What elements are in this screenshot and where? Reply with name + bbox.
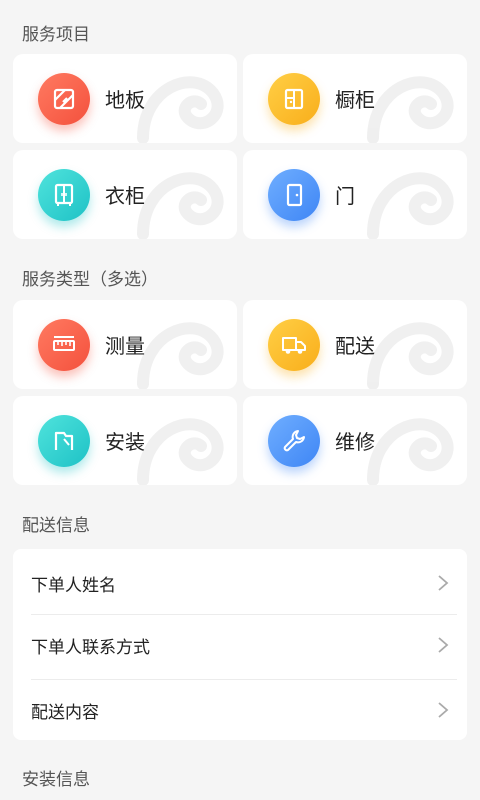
row-label: 配送内容 (31, 702, 99, 723)
service-item-cabinet[interactable]: 橱柜 (243, 54, 467, 143)
service-item-label: 地板 (105, 88, 145, 112)
door-icon (268, 169, 320, 221)
chevron-right-icon (438, 575, 449, 591)
section-title-service-items: 服务项目 (22, 25, 90, 45)
service-item-floor[interactable]: 地板 (13, 54, 237, 143)
floor-icon (38, 73, 90, 125)
service-type-repair[interactable]: 维修 (243, 396, 467, 485)
truck-icon (268, 319, 320, 371)
service-item-wardrobe[interactable]: 衣柜 (13, 150, 237, 239)
chevron-right-icon (438, 702, 449, 718)
row-label: 下单人联系方式 (31, 637, 150, 658)
service-type-measure[interactable]: 测量 (13, 300, 237, 389)
delivery-info-list: 下单人姓名 下单人联系方式 配送内容 (13, 549, 467, 740)
row-orderer-contact[interactable]: 下单人联系方式 (13, 613, 467, 677)
wardrobe-icon (38, 169, 90, 221)
ruler-icon (38, 319, 90, 371)
row-delivery-content[interactable]: 配送内容 (13, 678, 467, 742)
install-icon (38, 415, 90, 467)
service-order-page: 服务项目 地板 橱柜 衣柜 门 服务类型（多选） 测量 配送 安装 维修 配送信… (0, 0, 480, 800)
section-title-service-types: 服务类型（多选） (22, 270, 158, 290)
service-item-label: 橱柜 (335, 88, 375, 112)
service-item-door[interactable]: 门 (243, 150, 467, 239)
service-type-label: 维修 (335, 430, 375, 454)
section-title-delivery-info: 配送信息 (22, 516, 90, 536)
service-type-install[interactable]: 安装 (13, 396, 237, 485)
section-title-install-info: 安装信息 (22, 770, 90, 790)
service-item-label: 衣柜 (105, 184, 145, 208)
wrench-icon (268, 415, 320, 467)
service-type-label: 测量 (105, 334, 145, 358)
cabinet-icon (268, 73, 320, 125)
row-label: 下单人姓名 (31, 575, 116, 596)
chevron-right-icon (438, 637, 449, 653)
swirl-decoration-icon (367, 172, 454, 239)
service-type-label: 安装 (105, 430, 145, 454)
row-orderer-name[interactable]: 下单人姓名 (13, 551, 467, 615)
service-type-label: 配送 (335, 334, 375, 358)
service-item-label: 门 (335, 184, 355, 208)
service-type-delivery[interactable]: 配送 (243, 300, 467, 389)
